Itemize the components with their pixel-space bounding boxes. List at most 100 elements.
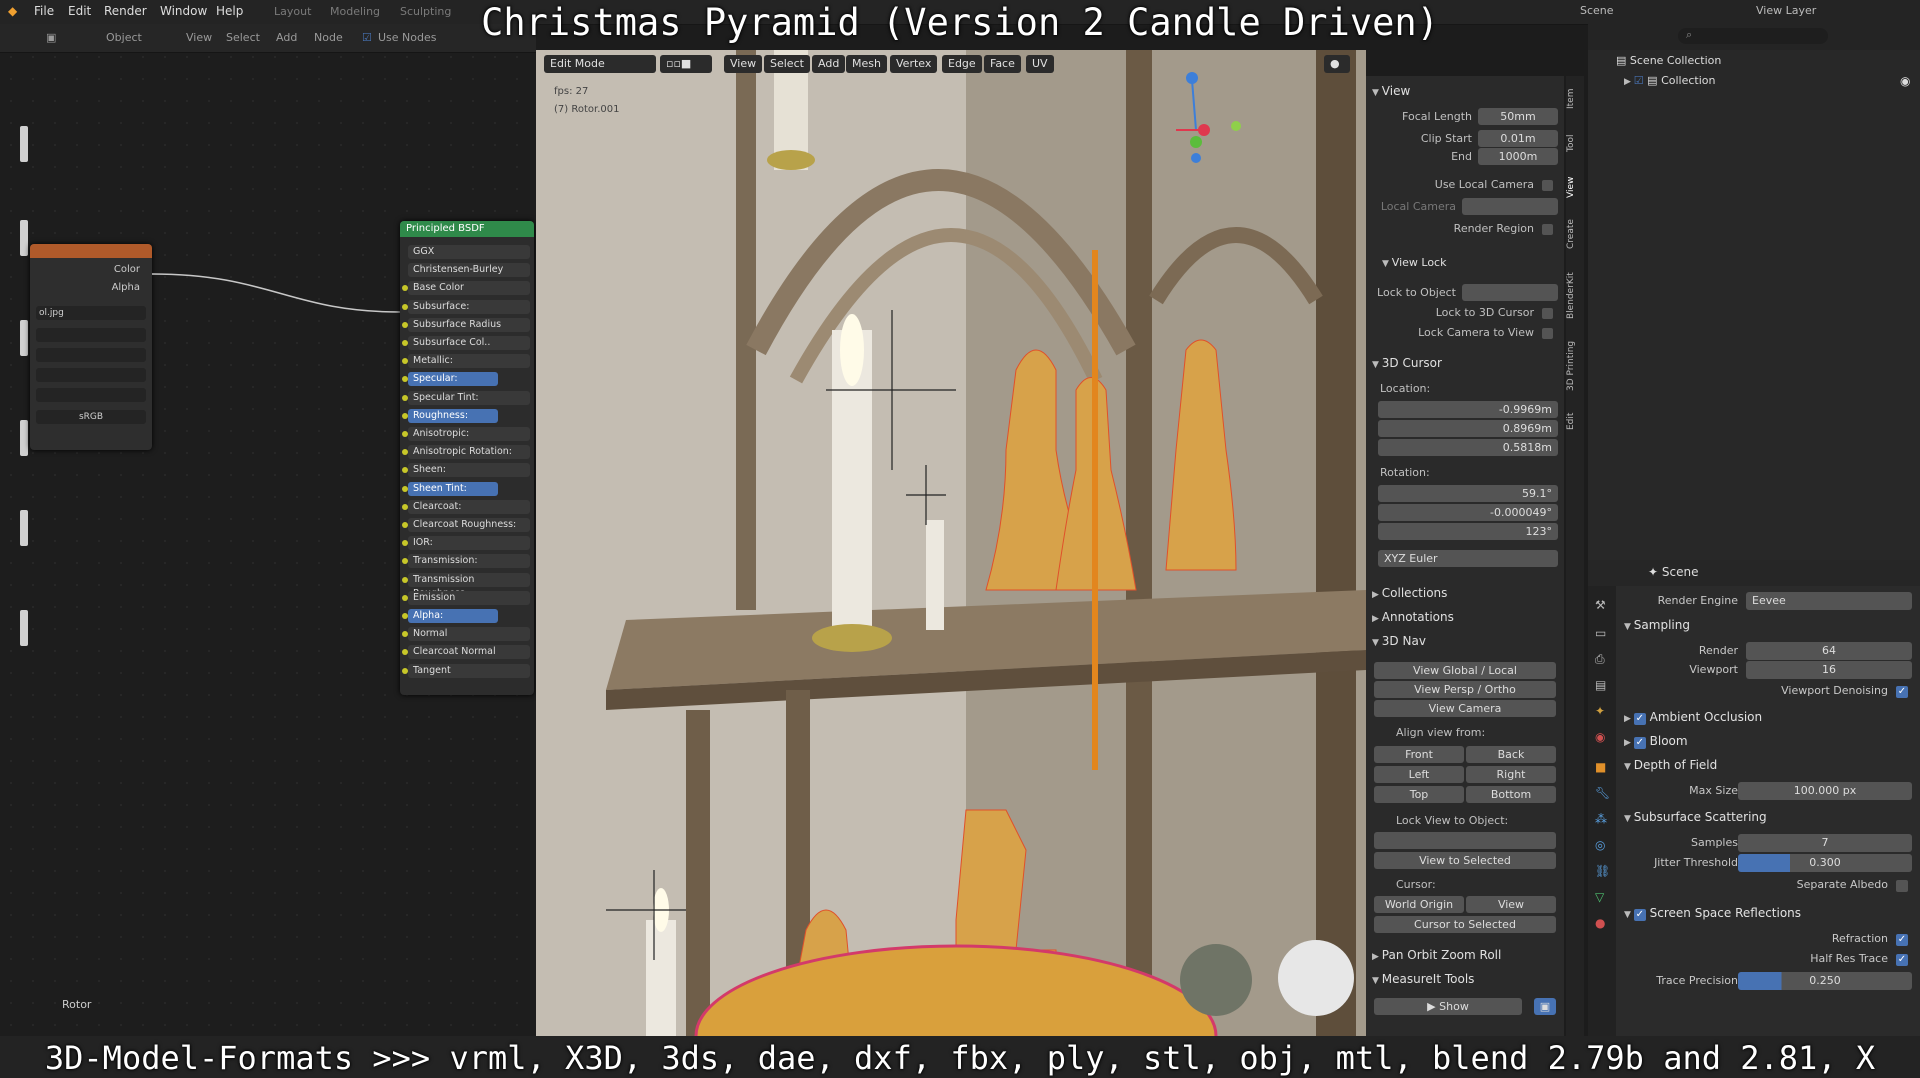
tab-item[interactable]: Item [1566,82,1584,116]
image-texture-node[interactable]: Color Alpha ol.jpg sRGB [30,244,152,450]
data-tab-icon[interactable]: ▽ [1595,890,1604,904]
panel-3d-nav[interactable]: ▼ 3D Nav [1372,634,1426,648]
input-socket[interactable] [402,376,408,383]
align-bottom-button[interactable]: Bottom [1466,786,1556,803]
sss-samples-field[interactable]: 7 [1738,834,1912,852]
tool-strip-item[interactable] [20,220,28,256]
menu-add[interactable]: Add [812,55,846,73]
world-origin-button[interactable]: World Origin [1374,896,1464,913]
input-socket[interactable] [402,631,408,638]
select-mode-buttons[interactable]: ▫▫■ [660,55,712,73]
align-right-button[interactable]: Right [1466,766,1556,783]
focal-length-field[interactable]: 50mm [1478,108,1558,125]
panel-measureit[interactable]: ▼ MeasureIt Tools [1372,972,1474,986]
cursor-rotation-z[interactable]: 123° [1378,523,1558,540]
image-name-field[interactable]: ol.jpg [36,306,146,320]
bsdf-input-row[interactable]: Alpha: [402,609,498,623]
input-socket[interactable] [402,358,408,365]
menu-view[interactable]: View [724,55,763,73]
subsurface-scattering-panel[interactable]: ▼ Subsurface Scattering [1624,810,1767,824]
input-socket[interactable] [402,285,408,292]
bsdf-input-row[interactable]: Tangent [402,663,530,678]
depth-of-field-panel[interactable]: ▼ Depth of Field [1624,758,1717,772]
extension-dropdown[interactable] [36,368,146,382]
particles-tab-icon[interactable]: ⁂ [1595,812,1607,826]
input-socket[interactable] [402,467,408,474]
3d-viewport[interactable]: fps: 27 (7) Rotor.001 [536,50,1366,1036]
input-socket[interactable] [402,449,408,456]
render-samples-field[interactable]: 64 [1746,642,1912,660]
cursor-location-x[interactable]: -0.9969m [1378,401,1558,418]
tab-edit[interactable]: Edit [1566,406,1584,436]
panel-collections[interactable]: ▶ Collections [1372,586,1447,600]
view-to-selected-button[interactable]: View to Selected [1374,852,1556,869]
bsdf-input-row[interactable]: Specular: [402,372,498,387]
bsdf-input-row[interactable]: Anisotropic Rotation: [402,445,530,460]
tab-blenderkit[interactable]: BlenderKit [1566,266,1584,326]
lock-camera-checkbox[interactable] [1542,328,1553,339]
bsdf-input-row[interactable]: Sheen: [402,463,530,478]
measureit-toggle-icon[interactable]: ▣ [1534,998,1556,1015]
bsdf-input-row[interactable]: Sheen Tint: [402,481,498,496]
menu-uv[interactable]: UV [1026,55,1054,73]
outliner[interactable]: ⌕ ▤ Scene Collection ▶ ☑ ▤ Collection ◉ [1588,24,1920,560]
tool-strip-item[interactable] [20,610,28,646]
lock-to-cursor-checkbox[interactable] [1542,308,1553,319]
bsdf-input-row[interactable]: GGX [408,245,530,259]
source-dropdown[interactable] [36,388,146,402]
max-size-field[interactable]: 100.000 px [1738,782,1912,800]
view-layer-tab-icon[interactable]: ▤ [1595,678,1606,692]
view-persp-ortho-button[interactable]: View Persp / Ortho [1374,681,1556,698]
input-socket[interactable] [402,303,408,310]
half-res-trace-checkbox[interactable]: ✓ [1896,954,1908,966]
bsdf-input-row[interactable]: Clearcoat Roughness: [402,518,530,532]
bloom-panel[interactable]: ▶ ✓ Bloom [1624,734,1688,749]
menu-select[interactable]: Select [764,55,810,73]
cursor-rotation-x[interactable]: 59.1° [1378,485,1558,502]
outliner-scene-collection[interactable]: ▤ Scene Collection [1616,54,1721,67]
input-socket[interactable] [402,394,408,401]
align-back-button[interactable]: Back [1466,746,1556,763]
bsdf-input-row[interactable]: Base Color [402,281,530,296]
cursor-rotation-y[interactable]: -0.000049° [1378,504,1558,521]
menu-edge[interactable]: Edge [942,55,982,73]
panel-view-header[interactable]: ▼ View [1372,84,1410,98]
tool-strip-item[interactable] [20,420,28,456]
input-socket[interactable] [402,558,408,565]
bsdf-input-row[interactable]: Anisotropic: [402,427,530,441]
view-lock-subpanel[interactable]: ▼ View Lock [1382,256,1446,269]
constraints-tab-icon[interactable]: ⛓︎ [1595,864,1610,878]
interpolation-dropdown[interactable] [36,328,146,342]
lock-view-object-field[interactable] [1374,832,1556,849]
expand-icon[interactable]: ▶ [1624,77,1634,87]
input-socket[interactable] [402,613,408,619]
bsdf-input-row[interactable]: Specular Tint: [402,390,530,405]
align-front-button[interactable]: Front [1374,746,1464,763]
bsdf-input-row[interactable]: Transmission: [402,554,530,569]
tool-strip-item[interactable] [20,126,28,162]
cursor-location-y[interactable]: 0.8969m [1378,420,1558,437]
clip-end-field[interactable]: 1000m [1478,148,1558,165]
tab-tool[interactable]: Tool [1566,126,1584,160]
tool-tab-icon[interactable]: ⚒ [1595,598,1606,612]
tab-3d-printing[interactable]: 3D Printing [1566,334,1584,398]
lock-to-object-field[interactable] [1462,284,1558,301]
exclude-checkbox[interactable]: ☑ [1634,74,1644,87]
cursor-view-button[interactable]: View [1466,896,1556,913]
cursor-to-selected-button[interactable]: Cursor to Selected [1374,916,1556,933]
menu-face[interactable]: Face [984,55,1021,73]
input-socket[interactable] [402,503,408,510]
input-socket[interactable] [402,540,408,547]
input-socket[interactable] [402,667,408,674]
scene-tab-icon[interactable]: ✦ [1595,704,1605,718]
cursor-location-z[interactable]: 0.5818m [1378,439,1558,456]
tool-strip-item[interactable] [20,320,28,356]
bsdf-input-row[interactable]: Subsurface: [402,299,530,314]
bsdf-input-row[interactable]: IOR: [402,536,530,551]
input-socket[interactable] [402,485,408,492]
physics-tab-icon[interactable]: ◎ [1595,838,1605,852]
colorspace-dropdown[interactable]: sRGB [36,410,146,424]
render-region-checkbox[interactable] [1542,224,1553,235]
mode-dropdown[interactable]: Edit Mode [544,55,656,73]
clip-start-field[interactable]: 0.01m [1478,130,1558,147]
